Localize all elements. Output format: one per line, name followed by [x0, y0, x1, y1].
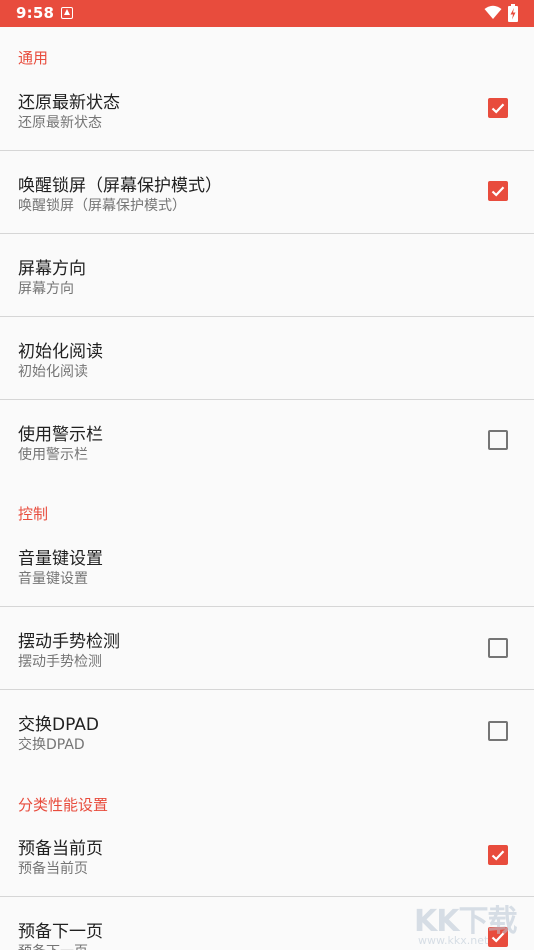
checkbox-unchecked[interactable] — [488, 430, 508, 450]
checkbox-checked[interactable] — [488, 98, 508, 118]
pref-summary: 音量键设置 — [18, 571, 88, 587]
checkbox-checked[interactable] — [488, 927, 508, 947]
checkbox-unchecked[interactable] — [488, 721, 508, 741]
pref-init-reading[interactable]: 初始化阅读 初始化阅读 — [0, 317, 534, 399]
pref-title: 使用警示栏 — [18, 425, 103, 445]
section-header-control: 控制 — [18, 505, 49, 523]
pref-preload-next-page[interactable]: 预备下一页 预备下一页 — [0, 897, 534, 950]
pref-title: 屏幕方向 — [18, 259, 86, 279]
pref-swing-gesture-detection[interactable]: 摆动手势检测 摆动手势检测 — [0, 607, 534, 689]
pref-screen-orientation[interactable]: 屏幕方向 屏幕方向 — [0, 234, 534, 316]
pref-title: 交换DPAD — [18, 715, 99, 735]
pref-summary: 屏幕方向 — [18, 281, 74, 297]
check-icon — [491, 850, 505, 861]
pref-summary: 预备当前页 — [18, 861, 88, 877]
pref-summary: 摆动手势检测 — [18, 654, 102, 670]
pref-wake-lock-screen[interactable]: 唤醒锁屏（屏幕保护模式） 唤醒锁屏（屏幕保护模式） — [0, 151, 534, 233]
pref-title: 初始化阅读 — [18, 342, 103, 362]
battery-charging-icon — [508, 4, 518, 22]
pref-restore-latest-state[interactable]: 还原最新状态 还原最新状态 — [0, 67, 534, 150]
pref-title: 摆动手势检测 — [18, 632, 120, 652]
check-icon — [491, 932, 505, 943]
checkbox-checked[interactable] — [488, 181, 508, 201]
section-header-general: 通用 — [18, 49, 49, 67]
pref-title: 还原最新状态 — [18, 93, 120, 113]
pref-summary: 唤醒锁屏（屏幕保护模式） — [18, 198, 186, 214]
pref-title: 预备下一页 — [18, 922, 103, 942]
checkbox-checked[interactable] — [488, 845, 508, 865]
pref-summary: 使用警示栏 — [18, 447, 88, 463]
status-bar: 9:58 — [0, 0, 534, 27]
pref-title: 唤醒锁屏（屏幕保护模式） — [18, 176, 222, 196]
check-icon — [491, 186, 505, 197]
pref-summary: 交换DPAD — [18, 737, 85, 753]
status-time: 9:58 — [16, 4, 55, 22]
section-header-performance: 分类性能设置 — [18, 796, 109, 814]
pref-title: 预备当前页 — [18, 839, 103, 859]
pref-summary: 还原最新状态 — [18, 115, 102, 131]
checkbox-unchecked[interactable] — [488, 638, 508, 658]
pref-preload-current-page[interactable]: 预备当前页 预备当前页 — [0, 814, 534, 896]
notification-a-icon — [61, 7, 73, 19]
wifi-icon — [484, 5, 502, 24]
pref-title: 音量键设置 — [18, 549, 103, 569]
pref-use-warning-bar[interactable]: 使用警示栏 使用警示栏 — [0, 400, 534, 482]
pref-volume-key-settings[interactable]: 音量键设置 音量键设置 — [0, 523, 534, 606]
pref-summary: 预备下一页 — [18, 941, 88, 950]
check-icon — [491, 103, 505, 114]
pref-summary: 初始化阅读 — [18, 364, 88, 380]
pref-swap-dpad[interactable]: 交换DPAD 交换DPAD — [0, 690, 534, 772]
